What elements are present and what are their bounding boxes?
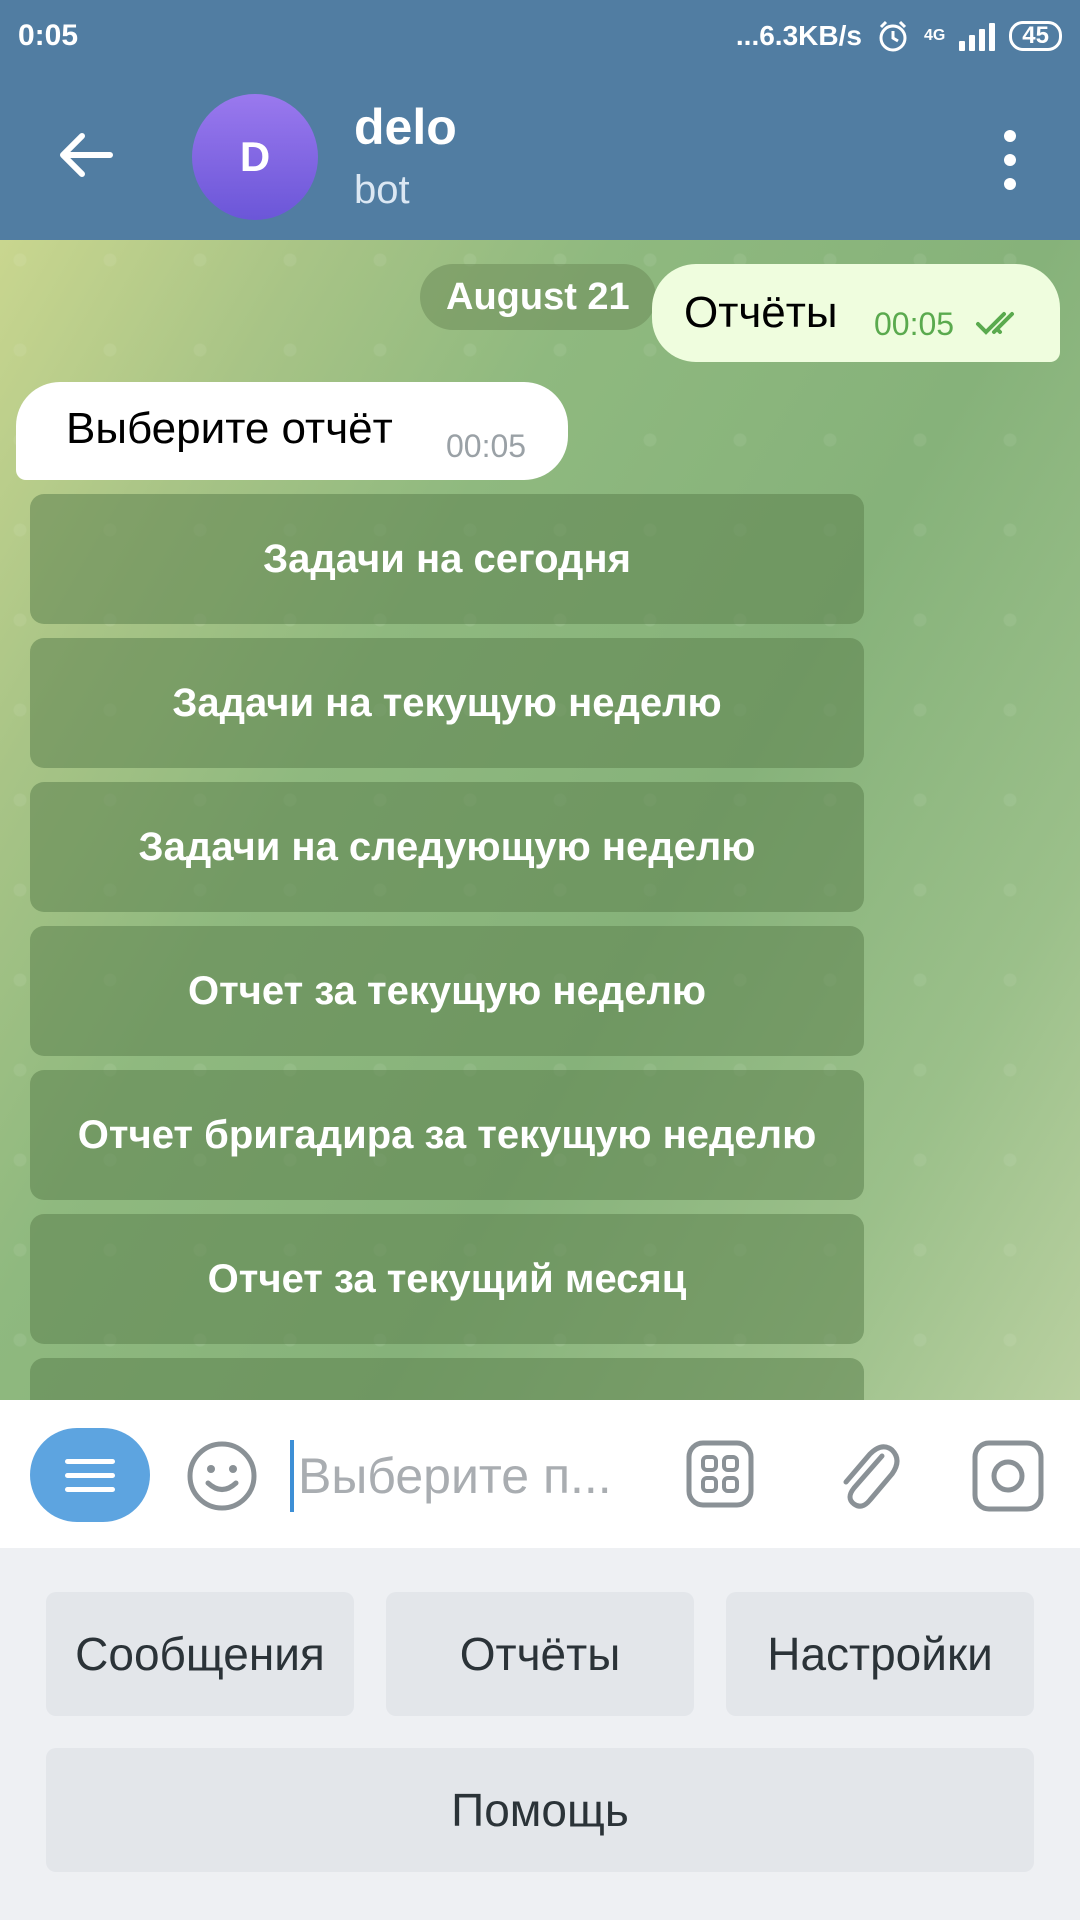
emoji-icon[interactable] — [186, 1440, 258, 1512]
keyboard-button-messages[interactable]: Сообщения — [46, 1592, 354, 1716]
inline-button-tasks-today[interactable]: Задачи на сегодня — [30, 494, 864, 624]
inline-button-tasks-next-week[interactable]: Задачи на следующую неделю — [30, 782, 864, 912]
message-text: Выберите отчёт — [66, 404, 393, 453]
message-time: 00:05 — [446, 428, 527, 464]
message-input[interactable] — [290, 1440, 640, 1512]
status-indicators: ...6.3KB/s 4G 45 — [736, 19, 1062, 53]
message-time: 00:05 — [874, 306, 955, 342]
outgoing-message[interactable]: Отчёты 00:05 — [652, 264, 1060, 362]
keyboard-button-help[interactable]: Помощь — [46, 1748, 1034, 1872]
inline-button-partial[interactable] — [30, 1358, 864, 1400]
chat-subtitle: bot — [354, 168, 410, 212]
date-label: August 21 — [420, 264, 656, 330]
keyboard-button-reports[interactable]: Отчёты — [386, 1592, 694, 1716]
message-text: Отчёты — [684, 288, 838, 337]
keyboard-toggle-icon[interactable] — [686, 1440, 754, 1508]
keyboard-button-settings[interactable]: Настройки — [726, 1592, 1034, 1716]
double-check-icon — [976, 312, 1014, 335]
battery-level: 45 — [1022, 22, 1049, 49]
chat-title[interactable]: delo — [354, 98, 457, 156]
inline-button-tasks-this-week[interactable]: Задачи на текущую неделю — [30, 638, 864, 768]
status-time: 0:05 — [18, 19, 79, 52]
message-input-bar — [0, 1400, 1080, 1548]
network-type: 4G — [923, 27, 946, 44]
signal-icon — [959, 21, 996, 51]
inline-button-report-this-week[interactable]: Отчет за текущую неделю — [30, 926, 864, 1056]
more-options-icon[interactable] — [990, 130, 1030, 190]
chat-header: D delo bot — [0, 72, 1080, 240]
inline-button-report-this-month[interactable]: Отчет за текущий месяц — [30, 1214, 864, 1344]
paperclip-icon[interactable] — [832, 1436, 900, 1512]
network-speed: ...6.3KB/s — [735, 20, 862, 51]
avatar-letter: D — [239, 133, 271, 180]
back-arrow-icon[interactable] — [50, 120, 120, 190]
alarm-icon — [879, 20, 907, 52]
chat-area[interactable]: August 21 Отчёты 00:05 Выберите отчёт 00… — [0, 240, 1080, 1400]
reply-keyboard: Сообщения Отчёты Настройки Помощь — [0, 1548, 1080, 1920]
incoming-message[interactable]: Выберите отчёт 00:05 — [16, 382, 568, 480]
avatar[interactable]: D — [192, 94, 318, 220]
bot-menu-button[interactable] — [30, 1428, 150, 1522]
status-bar: 0:05 ...6.3KB/s 4G 45 — [0, 0, 1080, 72]
camera-icon[interactable] — [972, 1440, 1044, 1512]
battery-icon: 45 — [1009, 21, 1062, 51]
inline-button-foreman-report[interactable]: Отчет бригадира за текущую неделю — [30, 1070, 864, 1200]
